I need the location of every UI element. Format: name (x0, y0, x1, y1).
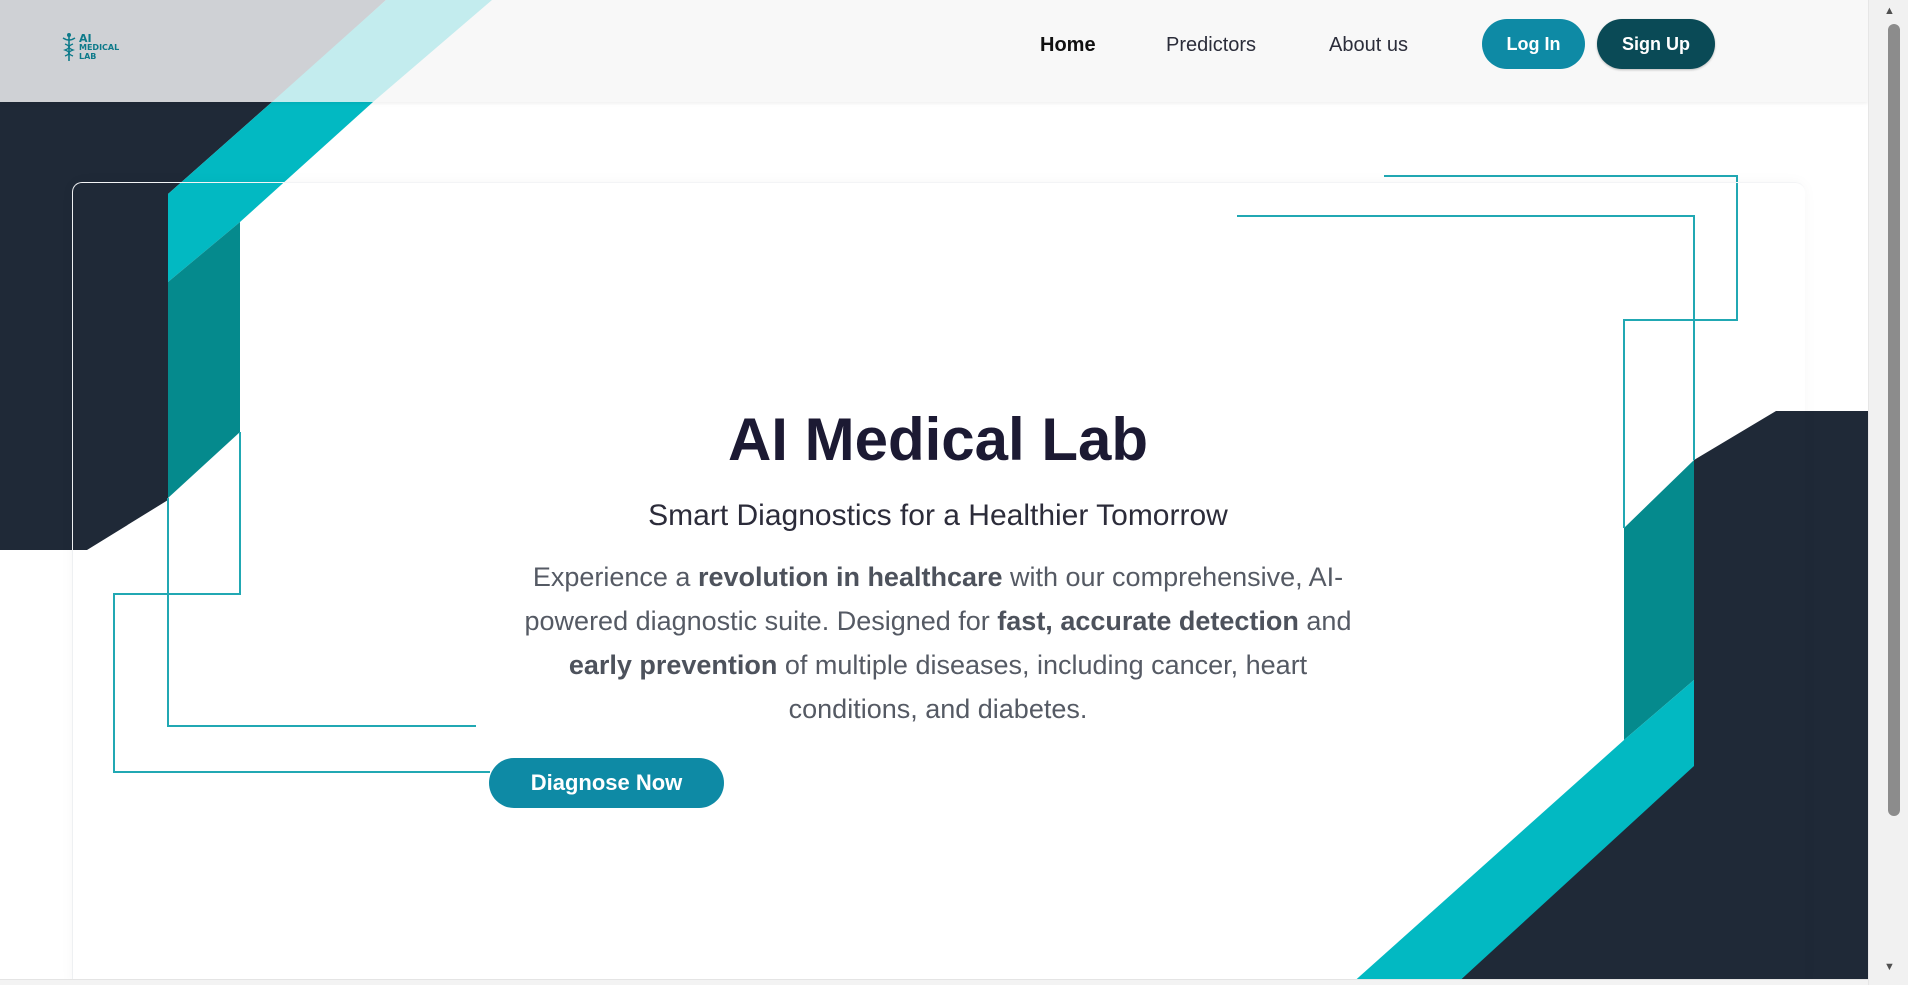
desc-highlight: revolution in healthcare (697, 562, 1003, 592)
page: AI MEDICAL LAB Home Predictors About us … (0, 0, 1908, 985)
desc-highlight: early prevention (568, 650, 778, 680)
nav-about-link[interactable]: About us (1329, 34, 1408, 57)
logo-line-3: LAB (79, 51, 97, 61)
login-button[interactable]: Log In (1482, 19, 1585, 69)
caduceus-icon (62, 33, 76, 61)
arrow-down-icon[interactable]: ▼ (1884, 961, 1895, 973)
hero-title: AI Medical Lab (727, 406, 1149, 473)
desc-part: of multiple diseases, including cancer, … (777, 650, 1308, 724)
arrow-up-icon[interactable]: ▲ (1884, 5, 1895, 17)
desc-part: Experience a (532, 562, 698, 592)
hero-subtitle: Smart Diagnostics for a Healthier Tomorr… (648, 499, 1228, 532)
top-navbar: AI MEDICAL LAB Home Predictors About us … (0, 0, 1868, 102)
logo[interactable]: AI MEDICAL LAB (62, 32, 119, 62)
logo-line-2: MEDICAL (79, 42, 120, 52)
logo-text: AI MEDICAL LAB (79, 31, 120, 61)
nav-predictors-link[interactable]: Predictors (1166, 34, 1256, 57)
diagnose-now-button[interactable]: Diagnose Now (489, 758, 724, 808)
signup-button[interactable]: Sign Up (1597, 19, 1715, 69)
page-bottom-edge (0, 979, 1868, 985)
vertical-scrollbar[interactable]: ▲ ▼ (1868, 0, 1908, 985)
logo-line-1: AI (79, 31, 92, 45)
desc-part: and (1298, 606, 1352, 636)
desc-highlight: fast, accurate detection (997, 606, 1299, 636)
hero-description: Experience a revolution in healthcare wi… (502, 555, 1374, 731)
nav-home-link[interactable]: Home (1040, 34, 1096, 57)
scrollbar-thumb[interactable] (1888, 24, 1900, 816)
